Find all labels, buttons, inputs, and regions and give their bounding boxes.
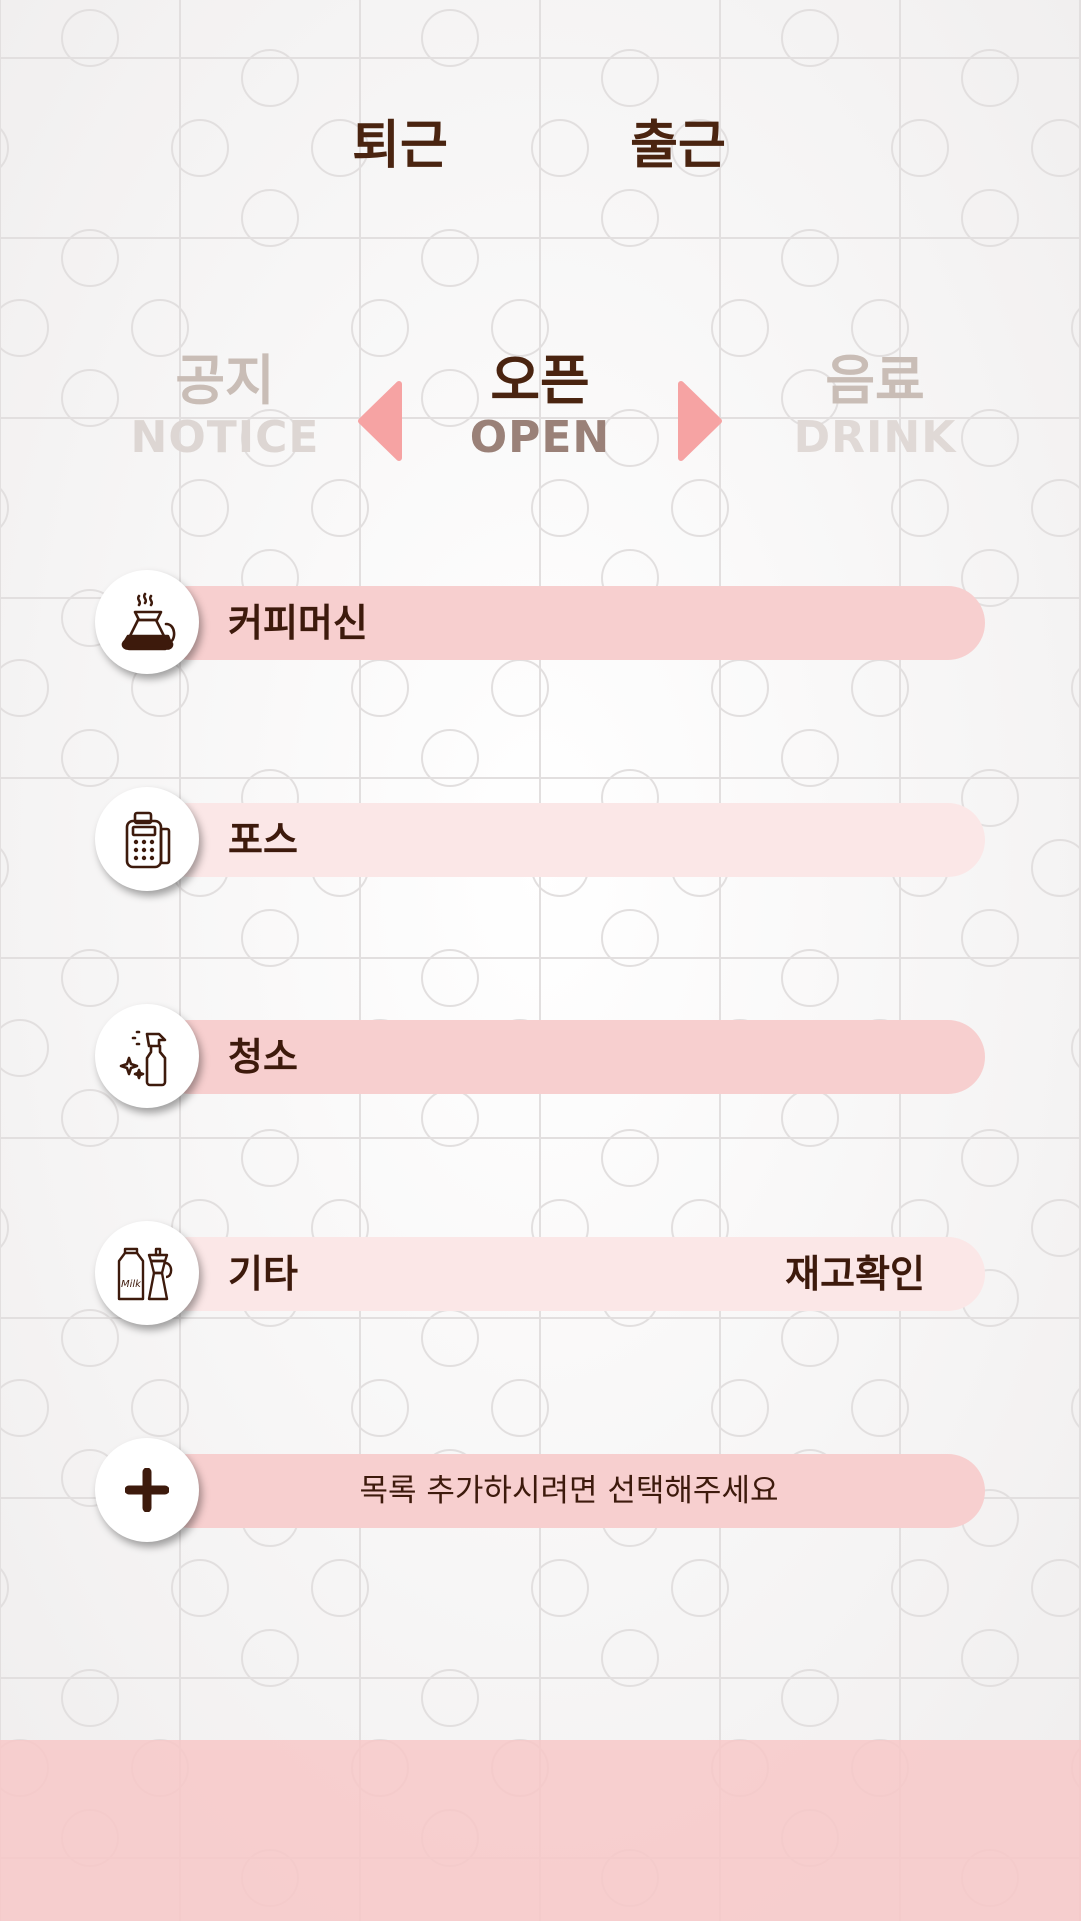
checklist-item-coffee-machine[interactable]: 커피머신	[95, 570, 985, 674]
milk-moka-pot-icon: Milk	[95, 1221, 199, 1325]
checklist-item-label: 청소	[228, 1035, 298, 1079]
category-open-label-en: OPEN	[469, 412, 611, 463]
add-item-prompt: 목록 추가하시려면 선택해주세요	[359, 1473, 779, 1509]
add-item-row[interactable]: 목록 추가하시려면 선택해주세요	[95, 1438, 985, 1542]
category-drink-label-en: DRINK	[793, 412, 957, 463]
pos-terminal-icon	[95, 787, 199, 891]
category-drink[interactable]: 음료 DRINK	[755, 350, 995, 464]
arrow-right-icon[interactable]	[675, 380, 725, 462]
coffee-pot-icon	[95, 570, 199, 674]
checklist-item-etc[interactable]: Milk 기타 재고확인	[95, 1221, 985, 1325]
category-notice-label-kr: 공지	[175, 349, 275, 412]
category-notice[interactable]: 공지 NOTICE	[105, 350, 345, 464]
svg-text:Milk: Milk	[121, 1279, 142, 1290]
bottom-bar	[0, 1740, 1081, 1921]
puzzle-background	[0, 0, 1081, 1921]
arrow-left-icon[interactable]	[355, 380, 405, 462]
checklist-item-pos[interactable]: 포스	[95, 787, 985, 891]
category-open-label-kr: 오픈	[490, 349, 590, 412]
stock-check-button[interactable]: 재고확인	[785, 1237, 925, 1311]
checklist-item-cleaning[interactable]: 청소	[95, 1004, 985, 1108]
checklist-item-label: 커피머신	[228, 601, 368, 645]
checklist-item-label: 기타	[228, 1252, 298, 1296]
category-open[interactable]: 오픈 OPEN	[420, 350, 660, 464]
category-drink-label-kr: 음료	[825, 349, 925, 412]
arrive-work-button[interactable]: 출근	[588, 105, 768, 176]
checklist-item-label: 포스	[228, 818, 298, 862]
spray-bottle-icon	[95, 1004, 199, 1108]
leave-work-button[interactable]: 퇴근	[310, 105, 490, 176]
category-notice-label-en: NOTICE	[130, 412, 320, 463]
